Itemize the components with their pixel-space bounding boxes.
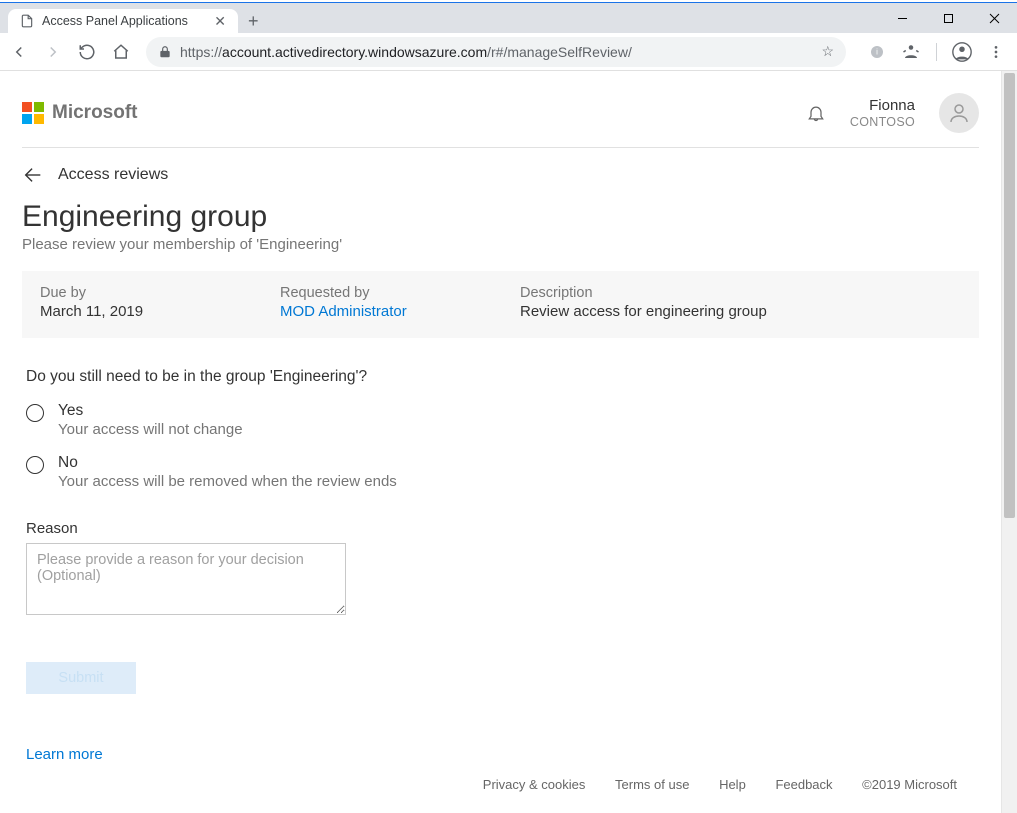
requested-by-label: Requested by	[280, 285, 460, 301]
user-org: CONTOSO	[850, 115, 915, 130]
address-bar[interactable]: https://account.activedirectory.windowsa…	[146, 37, 846, 67]
option-no-title: No	[58, 454, 397, 472]
microsoft-wordmark: Microsoft	[52, 102, 138, 124]
back-button[interactable]	[22, 164, 44, 186]
window-maximize-button[interactable]	[925, 3, 971, 33]
extension-person-icon[interactable]	[896, 37, 926, 67]
bell-icon	[806, 102, 826, 124]
microsoft-logo-icon	[22, 102, 44, 124]
footer-help-link[interactable]: Help	[719, 777, 746, 792]
radio-icon	[26, 456, 44, 474]
url-text: https://account.activedirectory.windowsa…	[180, 44, 632, 60]
page-title: Engineering group	[22, 200, 979, 234]
footer-terms-link[interactable]: Terms of use	[615, 777, 689, 792]
option-no-subtitle: Your access will be removed when the rev…	[58, 473, 397, 490]
submit-button[interactable]: Submit	[26, 662, 136, 694]
footer-feedback-link[interactable]: Feedback	[775, 777, 832, 792]
tab-title: Access Panel Applications	[42, 14, 188, 28]
footer-privacy-link[interactable]: Privacy & cookies	[483, 777, 586, 792]
notifications-button[interactable]	[806, 102, 826, 124]
microsoft-logo[interactable]: Microsoft	[22, 102, 138, 124]
window-minimize-button[interactable]	[879, 3, 925, 33]
svg-text:i: i	[876, 47, 878, 56]
reason-textarea[interactable]	[26, 543, 346, 615]
tab-close-icon[interactable]: ✕	[214, 13, 226, 30]
review-question: Do you still need to be in the group 'En…	[22, 368, 979, 386]
page-footer: Privacy & cookies Terms of use Help Feed…	[22, 769, 979, 798]
profile-avatar-icon[interactable]	[947, 37, 977, 67]
footer-copyright: ©2019 Microsoft	[862, 777, 957, 792]
arrow-left-icon	[22, 164, 44, 186]
vertical-scrollbar[interactable]	[1001, 71, 1017, 813]
page-subtitle: Please review your membership of 'Engine…	[22, 236, 979, 253]
reason-label: Reason	[22, 520, 979, 537]
bookmark-star-icon[interactable]: ☆	[821, 43, 834, 60]
browser-toolbar: https://account.activedirectory.windowsa…	[0, 33, 1017, 71]
browser-tab[interactable]: Access Panel Applications ✕	[8, 9, 238, 33]
user-info: Fionna CONTOSO	[850, 97, 915, 130]
nav-reload-button[interactable]	[72, 37, 102, 67]
due-by-label: Due by	[40, 285, 220, 301]
requested-by-link[interactable]: MOD Administrator	[280, 303, 460, 320]
due-by-value: March 11, 2019	[40, 303, 220, 320]
new-tab-button[interactable]: +	[238, 9, 269, 33]
option-no[interactable]: No Your access will be removed when the …	[22, 454, 979, 506]
extension-icon[interactable]: i	[862, 37, 892, 67]
nav-forward-button[interactable]	[38, 37, 68, 67]
description-value: Review access for engineering group	[520, 303, 961, 320]
learn-more-link[interactable]: Learn more	[26, 746, 103, 763]
user-name: Fionna	[850, 97, 915, 115]
window-close-button[interactable]	[971, 3, 1017, 33]
option-yes-subtitle: Your access will not change	[58, 421, 243, 438]
scrollbar-thumb[interactable]	[1004, 73, 1015, 518]
option-yes-title: Yes	[58, 402, 243, 420]
description-label: Description	[520, 285, 961, 301]
person-icon	[947, 101, 971, 125]
nav-back-button[interactable]	[4, 37, 34, 67]
site-header: Microsoft Fionna CONTOSO	[22, 87, 979, 148]
user-avatar[interactable]	[939, 93, 979, 133]
nav-home-button[interactable]	[106, 37, 136, 67]
option-yes[interactable]: Yes Your access will not change	[22, 402, 979, 454]
browser-titlebar: Access Panel Applications ✕ +	[0, 3, 1017, 33]
breadcrumb-label[interactable]: Access reviews	[58, 166, 168, 184]
radio-icon	[26, 404, 44, 422]
lock-icon	[158, 45, 172, 59]
review-info-card: Due by March 11, 2019 Requested by MOD A…	[22, 271, 979, 338]
page-favicon-icon	[20, 14, 34, 28]
browser-menu-button[interactable]	[981, 37, 1011, 67]
